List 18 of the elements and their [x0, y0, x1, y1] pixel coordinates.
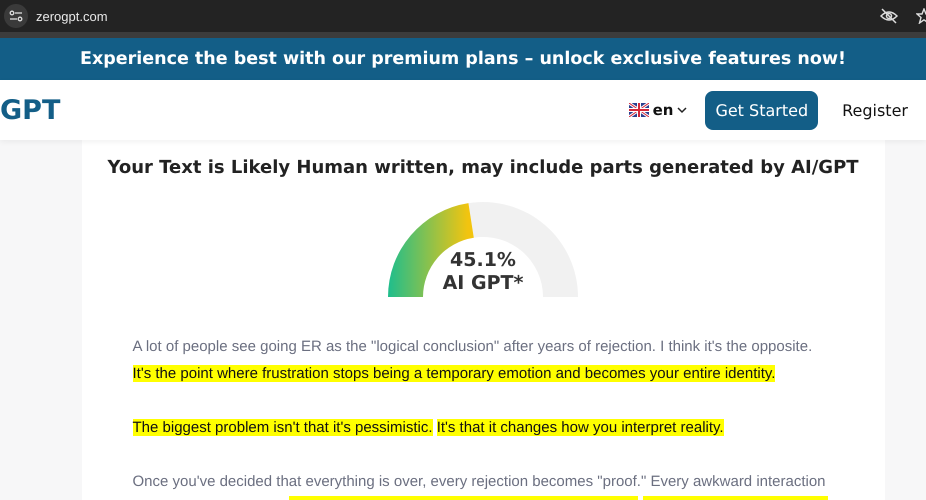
eye-slash-icon[interactable]: [880, 8, 898, 24]
promo-banner[interactable]: Experience the best with our premium plans – unlock exclusive features now!: [0, 38, 926, 80]
highlighted-sentence: It's the point where frustration stops being a temporary emotion and becomes your entire identity.: [132, 365, 776, 382]
logo[interactable]: GPT: [0, 94, 60, 126]
register-link[interactable]: Register: [842, 100, 908, 120]
highlighted-sentence: It's that it changes how you interpret reality.: [436, 419, 724, 436]
flag-icon: [628, 103, 649, 117]
chevron-down-icon: [677, 106, 688, 114]
get-started-button[interactable]: Get Started: [705, 90, 818, 130]
language-selector[interactable]: en: [628, 101, 688, 119]
result-title: Your Text is Likely Human written, may include parts generated by AI/GPT: [107, 157, 859, 178]
gauge-label: AI GPT*: [442, 272, 524, 295]
gauge-percentage: 45.1%: [450, 249, 516, 272]
address-bar-url[interactable]: zerogpt.com: [36, 8, 108, 24]
sentence: A lot of people see going ER as the "logical conclusion" after years of rejection. I think it's the opposite.: [132, 338, 812, 355]
site-info-icon[interactable]: [4, 4, 28, 28]
sentence: Once you've decided that everything is over, every rejection becomes "proof." Every awkward interaction: [132, 473, 826, 490]
banner-text: Experience the best with our premium plans – unlock exclusive features now!: [80, 49, 846, 69]
